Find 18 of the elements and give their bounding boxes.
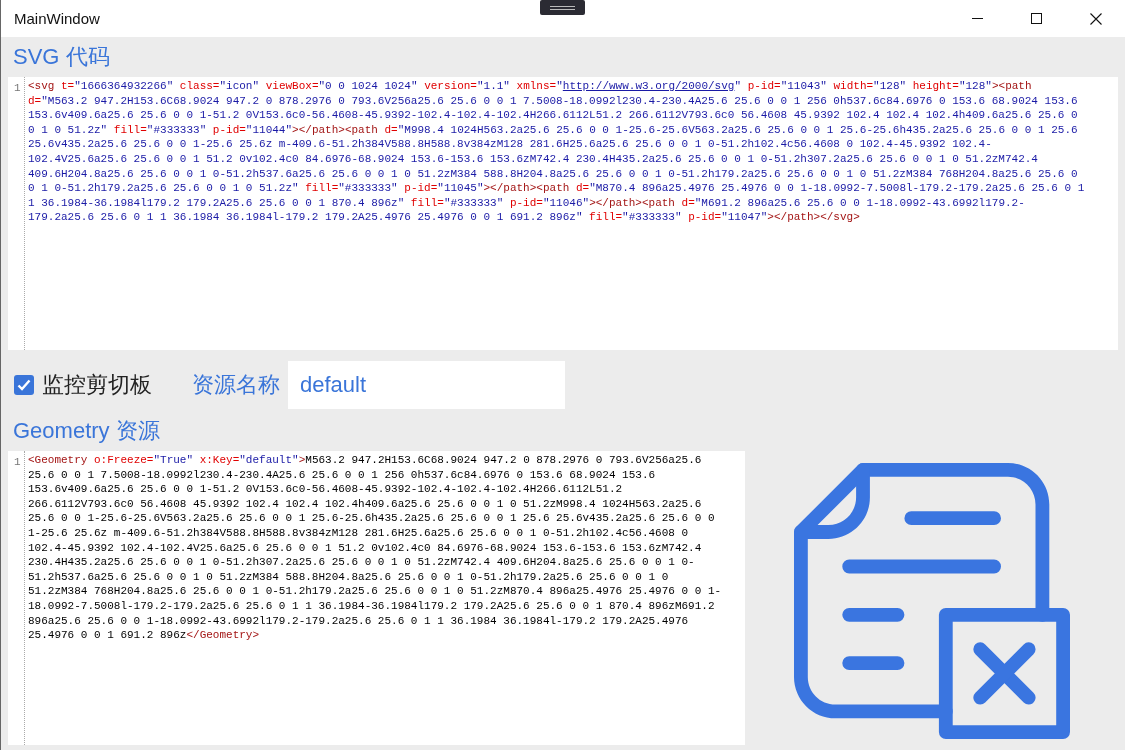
field-label: 资源名称 [192,371,280,399]
close-icon [1089,12,1102,25]
code-editor[interactable] [8,451,745,745]
link[interactable]: http://www.w3.org/2000/svg [562,80,735,92]
line-number: 1 [14,81,21,96]
line-number: 1 [14,455,21,470]
code-text: <svg t="1666364932266" class="icon" viewBox="0 0 1024 1024" version="1.1" xmlns="http://www.w3.org/2000/svg" p-id="11043" width="128" height="128"><path d="M563.2 947.2H153.6C68.9024 947.2 0 878.2976 0 793.6V256a25.6 25.6 0 0 1 7.5008-18.0992l230.4-230.4A25.6 25.6 0 0 1 256 0h537.6c84.6976 0 153.6 68.9024 153.6 153.6v409.6a25.6 25.6 0 0 1-51.2 0V153.6c0-56.4608-45.9392-102.4-102.4-102.4H266.6112L51.2 266.6112V793.6c0 56.4608 45.9392 102.4 102.4 102.4h409.6a25.6 25.6 0 0 1 0 51.2z" fill="#333333" p-id="11044"></path><path d="M998.4 1024H563.2a25.6 25.6 0 0 1-25.6-25.6V563.2a25.6 25.6 0 0 1 25.6-25.6h435.2a25.6 25.6 0 0 1 25.6 25.6v435.2a25.6 25.6 0 0 1-25.6 25.6z m-409.6-51.2h384V588.8H588.8v384zM128 281.6H25.6a25.6 25.6 0 0 1 0-51.2h102.4c56.4608 0 102.4-45.9392 102.4-102.4V25.6a25.6 25.6 0 0 1 51.2 0v102.4c0 84.6976-68.9024 153.6-153.6 153.6zM742.4 230.4H435.2a25.6 25.6 0 0 1 0-51.2h307.2a25.6 25.6 0 0 1 0 51.2zM742.4 409.6H204.8a25.6 25.6 0 0 1 0-51.2h537.6a25.6 25.6 0 0 1 0 51.2zM384 588.8H204.8a25.6 25.6 0 0 1 0-51.2h179.2a25.6 25.6 0 0 1 0 51.2zM384 768H204.8a25.6 25.6 0 0 1 0-51.2h179.2a25.6 25.6 0 0 1 0 51.2z" fill="#333333" p-id="11045"></path><path d="M870.4 896a25.4976 25.4976 0 0 1-18.0992-7.5008l-179.2-179.2a25.6 25.6 0 1 1 36.1984-36.1984l179.2 179.2A25.6 25.6 0 0 1 870.4 896z" fill="#333333" p-id="11046"></path><path d="M691.2 896a25.6 25.6 0 0 1-18.0992-43.6992l179.2-179.2a25.6 25.6 0 1 1 36.1984 36.1984l-179.2 179.2A25.4976 25.4976 0 0 1 691.2 896z" fill="#333333" p-id="11047"></path></svg> [27,79,1086,225]
document-delete-icon [793,463,1070,739]
code-text: <Geometry o:Freeze="True" x:Key="default">M563.2 947.2H153.6C68.9024 947.2 0 878.2976 0 793.6V256a25.6 25.6 0 0 1 7.5008-18.0992l230.4-230.4A25.6 25.6 0 0 1 256 0h537.6c84.6976 0 153.6 68.9024 153.6 153.6v409.6a25.6 25.6 0 0 1-51.2 0V153.6c0-56.4608-45.9392-102.4-102.4-102.4H266.6112L51.2 266.6112V793.6c0 56.4608 45.9392 102.4 102.4 102.4h409.6a25.6 25.6 0 0 1 0 51.2zM998.4 1024H563.2a25.6 25.6 0 0 1-25.6-25.6V563.2a25.6 25.6 0 0 1 25.6-25.6h435.2a25.6 25.6 0 0 1 25.6 25.6v435.2a25.6 25.6 0 0 1-25.6 25.6z m-409.6-51.2h384V588.8H588.8v384zM128 281.6H25.6a25.6 25.6 0 0 1 0-51.2h102.4c56.4608 0 102.4-45.9392 102.4-102.4V25.6a25.6 25.6 0 0 1 51.2 0v102.4c0 84.6976-68.9024 153.6-153.6 153.6zM742.4 230.4H435.2a25.6 25.6 0 0 1 0-51.2h307.2a25.6 25.6 0 0 1 0 51.2zM742.4 409.6H204.8a25.6 25.6 0 0 1 0-51.2h537.6a25.6 25.6 0 0 1 0 51.2zM384 588.8H204.8a25.6 25.6 0 0 1 0-51.2h179.2a25.6 25.6 0 0 1 0 51.2zM384 768H204.8a25.6 25.6 0 0 1 0-51.2h179.2a25.6 25.6 0 0 1 0 51.2zM870.4 896a25.4976 25.4976 0 0 1-18.0992-7.5008l-179.2-179.2a25.6 25.6 0 1 1 36.1984-36.1984l179.2 179.2A25.6 25.6 0 0 1 870.4 896zM691.2 896a25.6 25.6 0 0 1-18.0992-43.6992l179.2-179.2a25.6 25.6 0 1 1 36.1984 36.1984l-179.2 179.2A25.4976 25.4976 0 0 1 691.2 896z</Geometry> [27,453,723,643]
toolbar-handle-icon[interactable] [540,0,585,15]
checkbox[interactable] [14,375,34,395]
maximize-icon [1031,13,1042,24]
window-title: MainWindow [14,10,101,27]
resource-name-field[interactable]: default [288,361,565,409]
section-heading: SVG 代码 [13,45,110,71]
code-editor[interactable] [8,77,1118,350]
section-heading: Geometry 资源 [13,419,160,445]
checkbox-label: 监控剪切板 [42,371,152,399]
